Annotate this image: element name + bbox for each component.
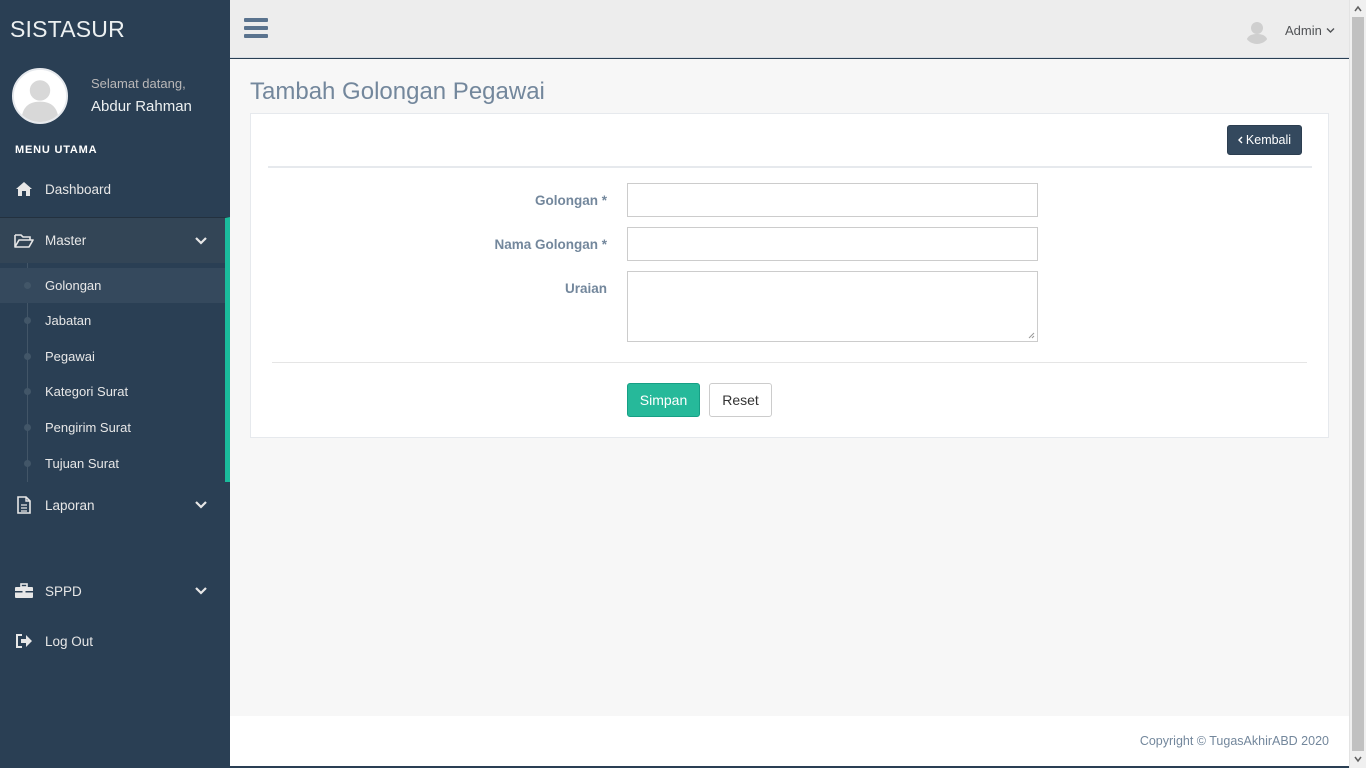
user-avatar-icon	[1246, 22, 1268, 44]
submenu-item-pegawai[interactable]: Pegawai	[0, 339, 225, 374]
submenu-item-label: Pegawai	[45, 349, 95, 364]
sidebar-item-master[interactable]: Master	[0, 217, 230, 263]
submenu-item-kategori-surat[interactable]: Kategori Surat	[0, 374, 225, 409]
nama-golongan-input[interactable]	[627, 227, 1038, 261]
chevron-down-icon	[1326, 28, 1335, 33]
bullet-dot-icon	[24, 460, 31, 467]
sidebar-item-dashboard[interactable]: Dashboard	[0, 169, 230, 209]
sidebar-item-label: Laporan	[45, 497, 95, 513]
submenu-item-label: Tujuan Surat	[45, 456, 119, 471]
submenu-item-golongan[interactable]: Golongan	[0, 268, 225, 303]
field-label-golongan: Golongan *	[535, 193, 607, 208]
sidebar-item-logout[interactable]: Log Out	[0, 621, 230, 661]
chevron-down-icon	[195, 236, 207, 245]
field-label-uraian: Uraian	[564, 281, 607, 296]
sidebar: SISTASUR Selamat datang, Abdur Rahman ME…	[0, 0, 230, 768]
sidebar-item-sppd[interactable]: SPPD	[0, 571, 230, 611]
chevron-down-icon	[195, 501, 207, 509]
page-title: Tambah Golongan Pegawai	[250, 78, 545, 105]
submenu-item-label: Jabatan	[45, 313, 92, 328]
app-brand[interactable]: SISTASUR	[10, 16, 125, 43]
submenu-item-pengirim-surat[interactable]: Pengirim Surat	[0, 410, 225, 445]
sign-out-icon	[14, 631, 34, 651]
copyright-text: Copyright © TugasAkhirABD 2020	[1139, 734, 1329, 748]
footer: Copyright © TugasAkhirABD 2020	[230, 716, 1349, 766]
user-avatar-icon	[14, 70, 66, 122]
bullet-dot-icon	[24, 317, 31, 324]
submenu-item-label: Pengirim Surat	[45, 420, 131, 435]
sidebar-item-label: Log Out	[45, 633, 94, 649]
sidebar-item-laporan[interactable]: Laporan	[0, 485, 230, 525]
avatar	[12, 68, 68, 124]
main-content: Tambah Golongan Pegawai Kembali Golongan…	[230, 59, 1349, 716]
vertical-scrollbar[interactable]	[1349, 0, 1366, 768]
resize-grip-icon[interactable]	[1027, 331, 1035, 339]
chevron-down-icon	[195, 587, 207, 595]
sidebar-item-label: Master	[45, 233, 87, 248]
form-panel: Kembali Golongan * Nama Golongan * Uraia…	[250, 113, 1329, 438]
chevron-left-icon	[1237, 136, 1243, 144]
field-label-nama-golongan: Nama Golongan *	[494, 237, 607, 252]
username: Abdur Rahman	[91, 98, 192, 115]
welcome-text: Selamat datang,	[91, 76, 186, 91]
user-menu-label: Admin	[1285, 23, 1322, 38]
bullet-dot-icon	[24, 353, 31, 360]
sidebar-item-label: SPPD	[45, 583, 82, 599]
scroll-up-icon[interactable]	[1354, 5, 1362, 13]
uraian-textarea[interactable]	[627, 271, 1038, 342]
submenu-item-label: Golongan	[45, 278, 102, 293]
back-button-label: Kembali	[1245, 133, 1292, 147]
bullet-dot-icon	[24, 282, 31, 289]
bullet-dot-icon	[24, 424, 31, 431]
user-menu-dropdown[interactable]: Admin	[1285, 23, 1335, 38]
top-navbar: Admin	[230, 0, 1349, 58]
submenu-item-tujuan-surat[interactable]: Tujuan Surat	[0, 446, 225, 481]
submenu-item-jabatan[interactable]: Jabatan	[0, 303, 225, 338]
divider	[272, 362, 1307, 363]
save-button[interactable]: Simpan	[627, 383, 700, 417]
submenu-item-label: Kategori Surat	[45, 384, 129, 399]
menu-toggle-icon[interactable]	[244, 18, 268, 40]
menu-section-title: MENU UTAMA	[15, 144, 98, 156]
scroll-down-icon[interactable]	[1354, 755, 1362, 763]
master-submenu: Golongan Jabatan Pegawai Kategori Surat …	[0, 263, 230, 482]
scrollbar-thumb[interactable]	[1352, 17, 1364, 751]
divider	[268, 166, 1312, 168]
back-button[interactable]: Kembali	[1227, 125, 1302, 155]
home-icon	[14, 179, 34, 199]
sidebar-item-label: Dashboard	[45, 181, 112, 197]
user-avatar-small[interactable]	[1244, 18, 1270, 44]
bullet-dot-icon	[24, 388, 31, 395]
golongan-input[interactable]	[627, 183, 1038, 217]
briefcase-icon	[14, 581, 34, 601]
file-text-icon	[14, 495, 34, 515]
reset-button[interactable]: Reset	[709, 383, 772, 417]
folder-open-icon	[14, 231, 34, 251]
